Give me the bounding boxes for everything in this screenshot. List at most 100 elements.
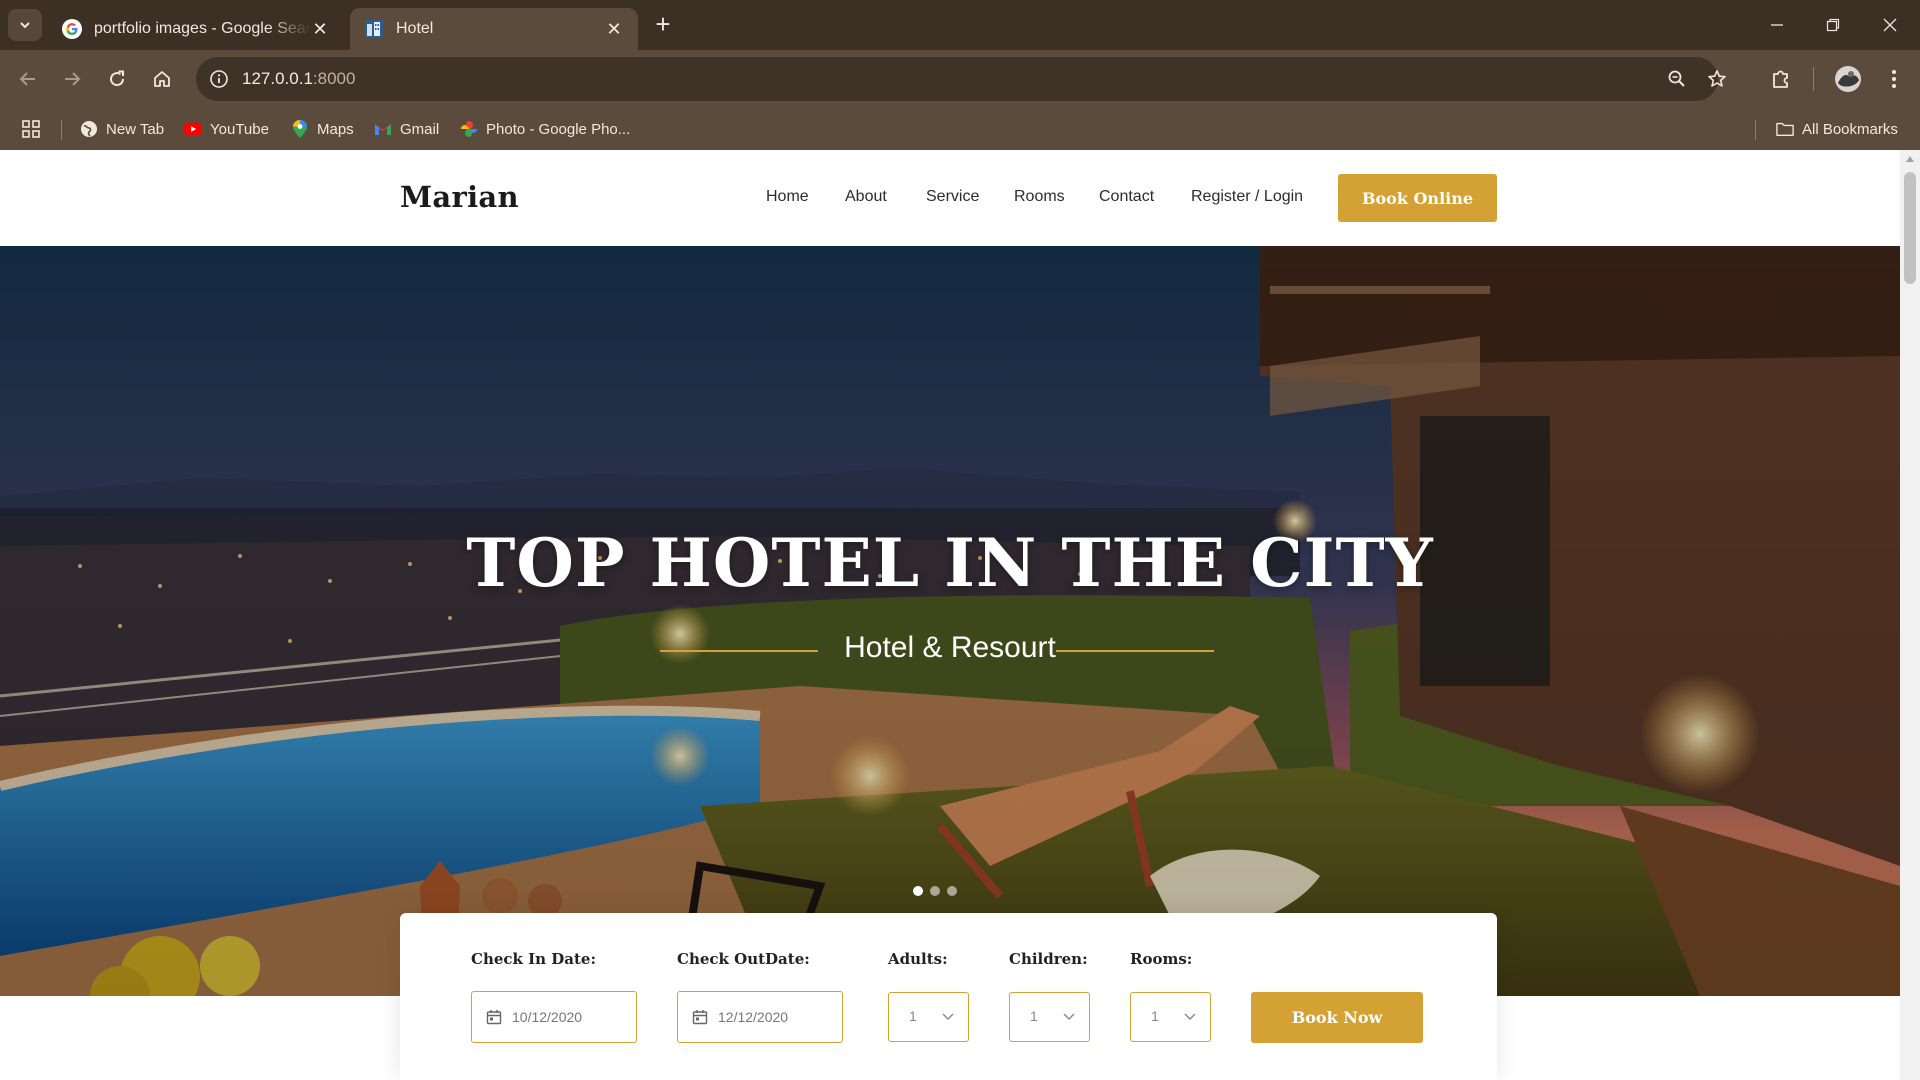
toolbar-divider: [1813, 67, 1814, 91]
hero-subtitle: Hotel & Resourt: [844, 631, 1056, 664]
tab-title: portfolio images - Google Search: [94, 20, 310, 37]
folder-icon: [1776, 120, 1794, 138]
scrollbar-thumb[interactable]: [1904, 172, 1916, 284]
slider-dot-3[interactable]: [947, 886, 957, 896]
slider-dot-2[interactable]: [930, 886, 940, 896]
rooms-value: 1: [1151, 1008, 1159, 1024]
close-icon: [1883, 18, 1897, 32]
check-in-label: Check In Date:: [471, 950, 597, 968]
page-viewport: Marian Home About Service Rooms Contact …: [0, 150, 1900, 1080]
hero-divider-right: [1056, 650, 1214, 652]
adults-value: 1: [909, 1008, 917, 1024]
check-out-field[interactable]: 12/12/2020: [677, 991, 843, 1043]
check-out-label: Check OutDate:: [677, 950, 810, 968]
bookmark-youtube[interactable]: YouTube: [184, 116, 269, 142]
close-icon[interactable]: ✕: [310, 19, 330, 39]
google-icon: [62, 19, 82, 39]
bookmark-google-photos[interactable]: Photo - Google Pho...: [460, 116, 630, 142]
gmail-icon: [374, 120, 392, 138]
check-in-value: 10/12/2020: [512, 1009, 583, 1025]
home-icon: [154, 71, 170, 87]
rooms-select[interactable]: 1: [1130, 992, 1211, 1042]
nav-about[interactable]: About: [845, 188, 887, 206]
close-icon[interactable]: ✕: [604, 19, 624, 39]
page-scrollbar[interactable]: [1900, 150, 1920, 1080]
bookmark-maps[interactable]: Maps: [291, 116, 354, 142]
globe-icon: [80, 120, 98, 138]
site-logo[interactable]: Marian: [400, 180, 519, 214]
puzzle-icon: [1773, 70, 1788, 88]
hero-background-image: [0, 246, 1900, 996]
bookmarks-divider: [61, 120, 62, 140]
nav-register-login[interactable]: Register / Login: [1191, 188, 1303, 206]
slider-dot-1[interactable]: [913, 886, 923, 896]
browser-toolbar: 127.0.0.1:8000: [0, 50, 1920, 108]
back-button[interactable]: [14, 65, 42, 93]
rooms-label: Rooms:: [1130, 950, 1193, 968]
extensions-button[interactable]: [1767, 65, 1795, 93]
arrow-left-icon: [19, 72, 35, 86]
tab-title: Hotel: [396, 20, 434, 37]
forward-button[interactable]: [58, 65, 86, 93]
minimize-icon: [1771, 24, 1783, 26]
tab-search-button[interactable]: [8, 9, 42, 41]
tab-strip: portfolio images - Google Search ✕ Hotel…: [0, 0, 1920, 50]
hotel-favicon-icon: [364, 19, 384, 39]
check-in-field[interactable]: 10/12/2020: [471, 991, 637, 1043]
nav-rooms[interactable]: Rooms: [1014, 188, 1065, 206]
avatar-icon: [1835, 66, 1861, 92]
children-select[interactable]: 1: [1009, 992, 1090, 1042]
profile-avatar[interactable]: [1833, 64, 1863, 94]
book-online-button[interactable]: Book Online: [1338, 174, 1497, 222]
chevron-down-icon: [20, 22, 30, 29]
maps-icon: [291, 120, 309, 138]
url-text[interactable]: 127.0.0.1:8000: [242, 69, 355, 89]
book-now-button[interactable]: Book Now: [1251, 992, 1423, 1043]
hero-slider: TOP HOTEL IN THE CITY Hotel & Resourt: [0, 246, 1900, 996]
bookmark-label: Photo - Google Pho...: [486, 120, 631, 138]
more-vertical-icon: [1892, 70, 1896, 88]
restore-button[interactable]: [1813, 10, 1853, 40]
arrow-right-icon: [65, 72, 81, 86]
calendar-icon: [486, 1009, 502, 1025]
bookmark-label: New Tab: [106, 120, 165, 138]
all-bookmarks-button[interactable]: All Bookmarks: [1776, 116, 1898, 142]
adults-label: Adults:: [888, 950, 948, 968]
restore-icon: [1826, 18, 1840, 32]
bookmark-new-tab[interactable]: New Tab: [80, 116, 164, 142]
hero-title: TOP HOTEL IN THE CITY: [466, 524, 1434, 602]
photos-icon: [460, 120, 478, 138]
bookmarks-divider: [1755, 120, 1756, 140]
reload-button[interactable]: [103, 65, 131, 93]
address-bar[interactable]: 127.0.0.1:8000: [196, 57, 1726, 101]
tab-google-search[interactable]: portfolio images - Google Search ✕: [48, 8, 344, 50]
site-info-icon[interactable]: [206, 66, 232, 92]
chevron-down-icon: [1183, 1009, 1197, 1023]
close-window-button[interactable]: [1870, 10, 1910, 40]
nav-service[interactable]: Service: [926, 188, 979, 206]
tab-hotel[interactable]: Hotel ✕: [350, 8, 638, 50]
nav-home[interactable]: Home: [766, 188, 809, 206]
reload-icon: [110, 70, 125, 87]
zoom-icon[interactable]: [1666, 68, 1688, 90]
check-out-value: 12/12/2020: [718, 1009, 789, 1025]
apps-grid-icon: [22, 120, 40, 138]
bookmark-label: Maps: [317, 120, 354, 138]
bookmark-star-icon[interactable]: [1706, 68, 1728, 90]
site-header: Marian Home About Service Rooms Contact …: [0, 150, 1900, 246]
bookmark-gmail[interactable]: Gmail: [374, 116, 439, 142]
bookmark-label: YouTube: [210, 120, 269, 138]
chevron-down-icon: [941, 1009, 955, 1023]
adults-select[interactable]: 1: [888, 992, 969, 1042]
browser-menu-button[interactable]: [1880, 65, 1908, 93]
youtube-icon: [184, 120, 202, 138]
minimize-button[interactable]: [1757, 10, 1797, 40]
home-button[interactable]: [148, 65, 176, 93]
calendar-icon: [692, 1009, 708, 1025]
booking-form: Check In Date: 10/12/2020 Check OutDate:…: [400, 913, 1497, 1080]
nav-contact[interactable]: Contact: [1099, 188, 1154, 206]
scroll-up-icon[interactable]: [1906, 156, 1914, 162]
apps-button[interactable]: [21, 116, 41, 142]
new-tab-button[interactable]: +: [650, 11, 676, 38]
all-bookmarks-label: All Bookmarks: [1802, 120, 1898, 138]
